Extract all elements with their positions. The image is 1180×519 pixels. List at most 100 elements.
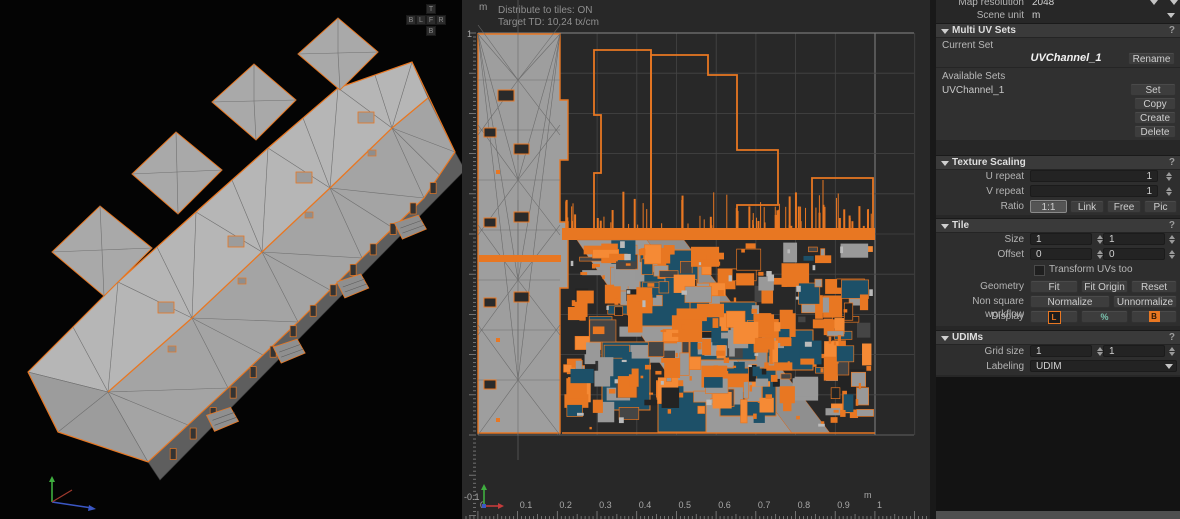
display-baked-button[interactable]: B (1131, 310, 1177, 323)
map-resolution-label: Map resolution (936, 0, 1024, 9)
tile-offset-v-spinner[interactable] (1166, 248, 1178, 261)
ratio-pic-button[interactable]: Pic (1144, 200, 1177, 213)
collapse-icon (941, 336, 949, 341)
geometry-row: Geometry Fit Fit Origin Reset (936, 280, 1180, 293)
transform-uvs-checkbox[interactable] (1034, 265, 1045, 276)
uv-unit-top-label: m (479, 2, 487, 13)
compass-right-button[interactable]: R (436, 15, 446, 25)
tile-offset-label: Offset (936, 248, 1024, 261)
grid-size-label: Grid size (936, 345, 1024, 358)
rename-button[interactable]: Rename (1128, 52, 1175, 65)
map-resolution-extra-chevron-icon[interactable] (1170, 0, 1178, 5)
scene-unit-value[interactable]: m (1032, 9, 1040, 22)
axis-gizmo-3d (30, 472, 140, 517)
svg-text:0.7: 0.7 (758, 500, 771, 510)
svg-text:1: 1 (877, 500, 882, 510)
reset-button[interactable]: Reset (1131, 280, 1177, 293)
building-model-3d (0, 0, 462, 519)
geometry-label: Geometry (936, 280, 1024, 293)
delete-button[interactable]: Delete (1134, 125, 1176, 138)
compass-top-button[interactable]: T (426, 4, 436, 14)
tile-offset-u-field[interactable]: 0 (1030, 248, 1092, 260)
help-icon[interactable]: ? (1169, 156, 1175, 169)
help-icon[interactable]: ? (1169, 219, 1175, 232)
udims-header[interactable]: UDIMs ? (936, 330, 1180, 345)
svg-text:0.3: 0.3 (599, 500, 612, 510)
ratio-link-button[interactable]: Link (1070, 200, 1104, 213)
collapse-icon (941, 161, 949, 166)
uv-overlay-target-td: Target TD: 10.24 tx/cm (498, 17, 599, 28)
tile-offset-row: Offset 0 0 (936, 248, 1180, 261)
tile-title: Tile (952, 219, 969, 232)
help-icon[interactable]: ? (1169, 24, 1175, 37)
v-repeat-spinner[interactable] (1163, 185, 1175, 198)
multi-uv-sets-title: Multi UV Sets (952, 24, 1016, 37)
compass-front-button[interactable]: F (426, 15, 436, 25)
u-repeat-spinner[interactable] (1163, 170, 1175, 183)
display-local-button[interactable]: L (1030, 310, 1078, 323)
grid-size-v-spinner[interactable] (1166, 345, 1178, 358)
normalize-button[interactable]: Normalize (1030, 295, 1110, 308)
map-resolution-row: Map resolution 2048 (936, 0, 1180, 9)
current-set-value: UVChannel_1 (986, 52, 1146, 65)
tile-size-u-field[interactable]: 1 (1030, 233, 1092, 245)
labeling-dropdown[interactable]: UDIM (1030, 360, 1177, 372)
unnormalize-button[interactable]: Unnormalize (1113, 295, 1177, 308)
collapse-icon (941, 224, 949, 229)
compass-back-button[interactable]: B (406, 15, 416, 25)
v-repeat-row: V repeat 1 (936, 185, 1180, 198)
map-resolution-chevron-icon[interactable] (1150, 0, 1158, 5)
svg-text:0.1: 0.1 (520, 500, 533, 510)
u-repeat-field[interactable]: 1 (1030, 170, 1158, 182)
map-resolution-value[interactable]: 2048 (1032, 0, 1054, 9)
scene-unit-chevron-icon[interactable] (1167, 13, 1175, 18)
ratio-free-button[interactable]: Free (1107, 200, 1141, 213)
viewport-3d[interactable]: T B L F R B (0, 0, 462, 519)
tile-size-label: Size (936, 233, 1024, 246)
texture-scaling-header[interactable]: Texture Scaling ? (936, 155, 1180, 170)
grid-size-row: Grid size 1 1 (936, 345, 1180, 358)
svg-text:-0.1: -0.1 (464, 492, 480, 502)
v-repeat-field[interactable]: 1 (1030, 185, 1158, 197)
u-repeat-label: U repeat (936, 170, 1024, 183)
uv-canvas[interactable]: 00.10.20.30.40.50.60.70.80.91m-0.11 (462, 0, 930, 519)
available-sets-label: Available Sets (942, 70, 1005, 83)
svg-text:0.6: 0.6 (718, 500, 731, 510)
fit-origin-button[interactable]: Fit Origin (1081, 280, 1128, 293)
v-repeat-label: V repeat (936, 185, 1024, 198)
compass-bottom-button[interactable]: B (426, 26, 436, 36)
separator (936, 67, 1180, 68)
tile-size-v-field[interactable]: 1 (1103, 233, 1165, 245)
panel-bottom-scrollbar[interactable] (936, 511, 1180, 519)
display-percent-button[interactable]: % (1081, 310, 1128, 323)
scene-unit-label: Scene unit (936, 9, 1024, 22)
transform-uvs-label: Transform UVs too (1049, 263, 1133, 276)
copy-button[interactable]: Copy (1134, 97, 1176, 110)
svg-text:0.4: 0.4 (639, 500, 652, 510)
display-label: Display (936, 310, 1024, 323)
compass-left-button[interactable]: L (416, 15, 426, 25)
help-icon[interactable]: ? (1169, 331, 1175, 344)
tile-size-v-spinner[interactable] (1166, 233, 1178, 246)
grid-size-u-field[interactable]: 1 (1030, 345, 1092, 357)
multi-uv-sets-header[interactable]: Multi UV Sets ? (936, 23, 1180, 38)
nonsquare-row: Non square workflow Normalize Unnormaliz… (936, 295, 1180, 308)
ratio-1-1-button[interactable]: 1:1 (1030, 200, 1067, 213)
current-set-label: Current Set (942, 39, 993, 52)
tile-offset-v-field[interactable]: 0 (1103, 248, 1165, 260)
svg-text:0.2: 0.2 (559, 500, 572, 510)
fit-button[interactable]: Fit (1030, 280, 1078, 293)
uv-editor-panel[interactable]: 00.10.20.30.40.50.60.70.80.91m-0.11 m Di… (462, 0, 930, 519)
collapse-icon (941, 29, 949, 34)
display-row: Display L % B (936, 310, 1180, 323)
grid-size-v-field[interactable]: 1 (1103, 345, 1165, 357)
svg-text:0.9: 0.9 (837, 500, 850, 510)
set-current-button[interactable]: Set Current (1130, 83, 1176, 96)
uv-toolkit-panel: Map resolution 2048 Scene unit m Multi U… (936, 0, 1180, 519)
ratio-row: Ratio 1:1 Link Free Pic (936, 200, 1180, 213)
scene-unit-row: Scene unit m (936, 9, 1180, 22)
labeling-chevron-icon (1165, 364, 1173, 369)
create-button[interactable]: Create (1134, 111, 1176, 124)
tile-header[interactable]: Tile ? (936, 218, 1180, 233)
uv-set-name: UVChannel_1 (942, 84, 1004, 97)
